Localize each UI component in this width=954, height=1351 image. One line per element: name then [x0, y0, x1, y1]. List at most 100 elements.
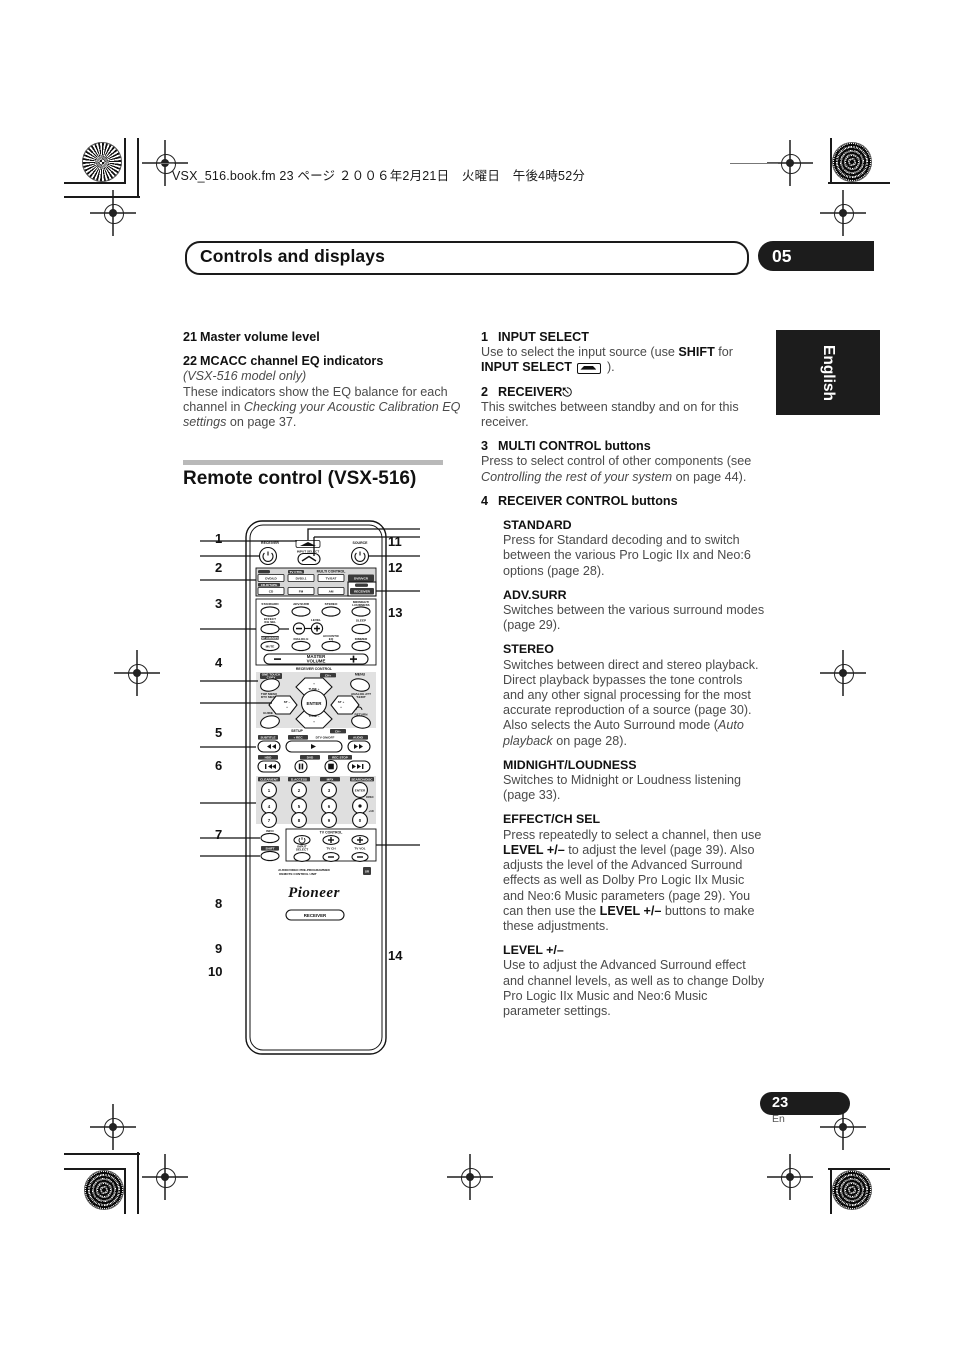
svg-text:DVD5.1: DVD5.1: [296, 577, 307, 581]
registration-rosette-top-left: [82, 142, 122, 182]
callout-number-1: 1: [215, 531, 223, 546]
chapter-number-badge: 05: [758, 241, 874, 271]
item-3-title: MULTI CONTROL buttons: [498, 439, 651, 454]
item-1-body-pre: Use to select the input source (use: [481, 345, 679, 360]
svg-text:STEREO: STEREO: [325, 602, 338, 606]
crop-line-bl-v: [124, 1168, 126, 1214]
crop-target-right-upper: [820, 190, 866, 236]
callout-number-5: 5: [215, 725, 223, 740]
crop-target-bottom-left-inner: [142, 1154, 188, 1200]
subitem-standard-body: Press for Standard decoding and to switc…: [503, 533, 751, 578]
svg-text:+: +: [313, 720, 315, 724]
subitem-stereo-body-2: on page 28).: [552, 733, 627, 748]
svg-text:REMOTE CONTROL UNIT: REMOTE CONTROL UNIT: [279, 872, 317, 876]
registration-rosette-bottom-left: [84, 1170, 124, 1210]
subitem-level-body: Use to adjust the Advanced Surround effe…: [503, 958, 765, 1018]
svg-text:STANDARD: STANDARD: [261, 602, 279, 606]
callout-number-7: 7: [215, 827, 223, 842]
item-1-heading: 1 INPUT SELECT: [481, 330, 766, 345]
label-multi-control: MULTI CONTROL: [317, 570, 347, 574]
label-tv-control: TV CONTROL: [320, 831, 344, 835]
subitem-midnight-loudness: MIDNIGHT/LOUDNESS Switches to Midnight o…: [503, 758, 766, 804]
svg-text:DISC: DISC: [366, 795, 374, 799]
svg-text:/CH SEL: /CH SEL: [264, 620, 276, 624]
subitem-effect-bold-2: LEVEL +/–: [599, 903, 662, 918]
callout-number-11: 11: [388, 534, 402, 549]
svg-text:HDD: HDD: [265, 756, 272, 760]
svg-text:DVD/LD: DVD/LD: [265, 577, 277, 581]
crop-line-br-v: [830, 1168, 832, 1214]
crop-target-bottom-center: [447, 1154, 493, 1200]
svg-text:FM: FM: [299, 590, 304, 594]
svg-text:DVR/VCR: DVR/VCR: [354, 577, 369, 581]
svg-text:ST +: ST +: [338, 700, 345, 704]
crop-line-tl-v2: [137, 138, 139, 198]
callout-lead-11: [307, 528, 420, 540]
svg-text:GUIDE: GUIDE: [263, 711, 273, 715]
filmstrip-header-text: VSX_516.book.fm 23 ページ ２００６年2月21日 火曜日 午後…: [172, 169, 586, 183]
input-select-icon: [577, 362, 602, 374]
subitem-standard-title: STANDARD: [503, 518, 572, 533]
left-text-column: 21 Master volume level 22 MCACC channel EQ…: [183, 330, 466, 430]
item-3-body: Press to select control of other compone…: [481, 454, 766, 484]
chapter-number: 05: [772, 246, 792, 266]
svg-text:DTV ON/OFF: DTV ON/OFF: [316, 736, 335, 740]
subitem-level: LEVEL +/– Use to adjust the Advanced Sur…: [503, 943, 766, 1019]
item-22-body: (VSX-516 model only) These indicators sh…: [183, 369, 466, 430]
subitem-midnight-title: MIDNIGHT/LOUDNESS: [503, 757, 637, 772]
svg-text:REC STOP: REC STOP: [332, 756, 348, 760]
subitem-advsurr-body: Switches between the various surround mo…: [503, 603, 765, 633]
remote-control-diagram: .bd{fill:none;stroke:#111;stroke-width:1…: [200, 515, 420, 1060]
svg-text:SETUP: SETUP: [291, 729, 303, 733]
item-4-number: 4: [481, 493, 489, 508]
callout-number-8: 8: [215, 896, 223, 911]
svg-text:SLEEP: SLEEP: [356, 619, 366, 623]
svg-text:Pioneer: Pioneer: [288, 885, 340, 901]
section-title-remote-control: Remote control (VSX-516): [183, 468, 417, 489]
svg-text:SP A/B/MPX: SP A/B/MPX: [261, 636, 280, 640]
svg-text:MUTE: MUTE: [266, 644, 275, 648]
item-1-shift-bold: SHIFT: [678, 345, 715, 360]
callout-number-3: 3: [215, 596, 223, 611]
item-22-model-note: (VSX-516 model only): [183, 369, 307, 384]
svg-text:AUDIO: AUDIO: [353, 736, 364, 740]
callout-number-6: 6: [215, 758, 223, 773]
item-22-body-part2: on page 37.: [226, 415, 297, 430]
svg-text:+: +: [313, 682, 315, 686]
subitem-stereo-title: STEREO: [503, 642, 554, 657]
crop-target-left-upper: [90, 190, 136, 236]
crop-line-bl-h2: [64, 1153, 140, 1155]
subitem-effect-ch-sel: EFFECT/CH SEL Press repeatedly to select…: [503, 812, 766, 934]
crop-line-tl-h: [64, 182, 126, 184]
item-1-title: INPUT SELECT: [498, 330, 589, 344]
item-1-inputselect-bold: INPUT SELECT: [481, 360, 572, 375]
callout-number-10: 10: [208, 964, 223, 979]
item-3-number: 3: [481, 439, 489, 454]
svg-text:D.ACCESS: D.ACCESS: [291, 778, 307, 782]
subitem-effect-bold-1: LEVEL +/–: [503, 842, 565, 857]
callout-number-13: 13: [388, 605, 403, 620]
svg-text:ENTER: ENTER: [307, 701, 323, 706]
registration-rosette-top-right: [832, 142, 872, 182]
crop-line-tl-v: [124, 138, 126, 184]
crop-line-tr-v: [830, 138, 832, 184]
label-source: SOURCE: [353, 541, 369, 545]
subitem-stereo-body: Switches between direct and stereo playb…: [503, 658, 766, 749]
svg-text:CH–: CH–: [335, 730, 341, 734]
subitem-level-title: LEVEL +/–: [503, 943, 564, 958]
item-3-body-pre: Press to select control of other compone…: [481, 454, 752, 469]
svg-text:+10: +10: [368, 809, 374, 813]
item-2-heading: 2 RECEIVER⎋: [481, 385, 766, 400]
label-receiver-control: RECEIVER CONTROL: [296, 667, 333, 671]
label-input-select: INPUT SELECT: [297, 550, 319, 554]
svg-text:SR: SR: [365, 870, 370, 874]
item-21-heading: 21 Master volume level: [183, 330, 466, 345]
crop-target-left-lower: [90, 1104, 136, 1150]
subitem-advsurr-title: ADV.SURR: [503, 587, 567, 602]
svg-text:MPX: MPX: [327, 778, 335, 782]
svg-text:+ REC: + REC: [293, 736, 303, 740]
callout-number-14: 14: [388, 948, 403, 963]
svg-text:LEVEL: LEVEL: [311, 618, 321, 622]
filmstrip-header-rule-right: [730, 163, 778, 165]
svg-text:DVD: DVD: [307, 756, 314, 760]
